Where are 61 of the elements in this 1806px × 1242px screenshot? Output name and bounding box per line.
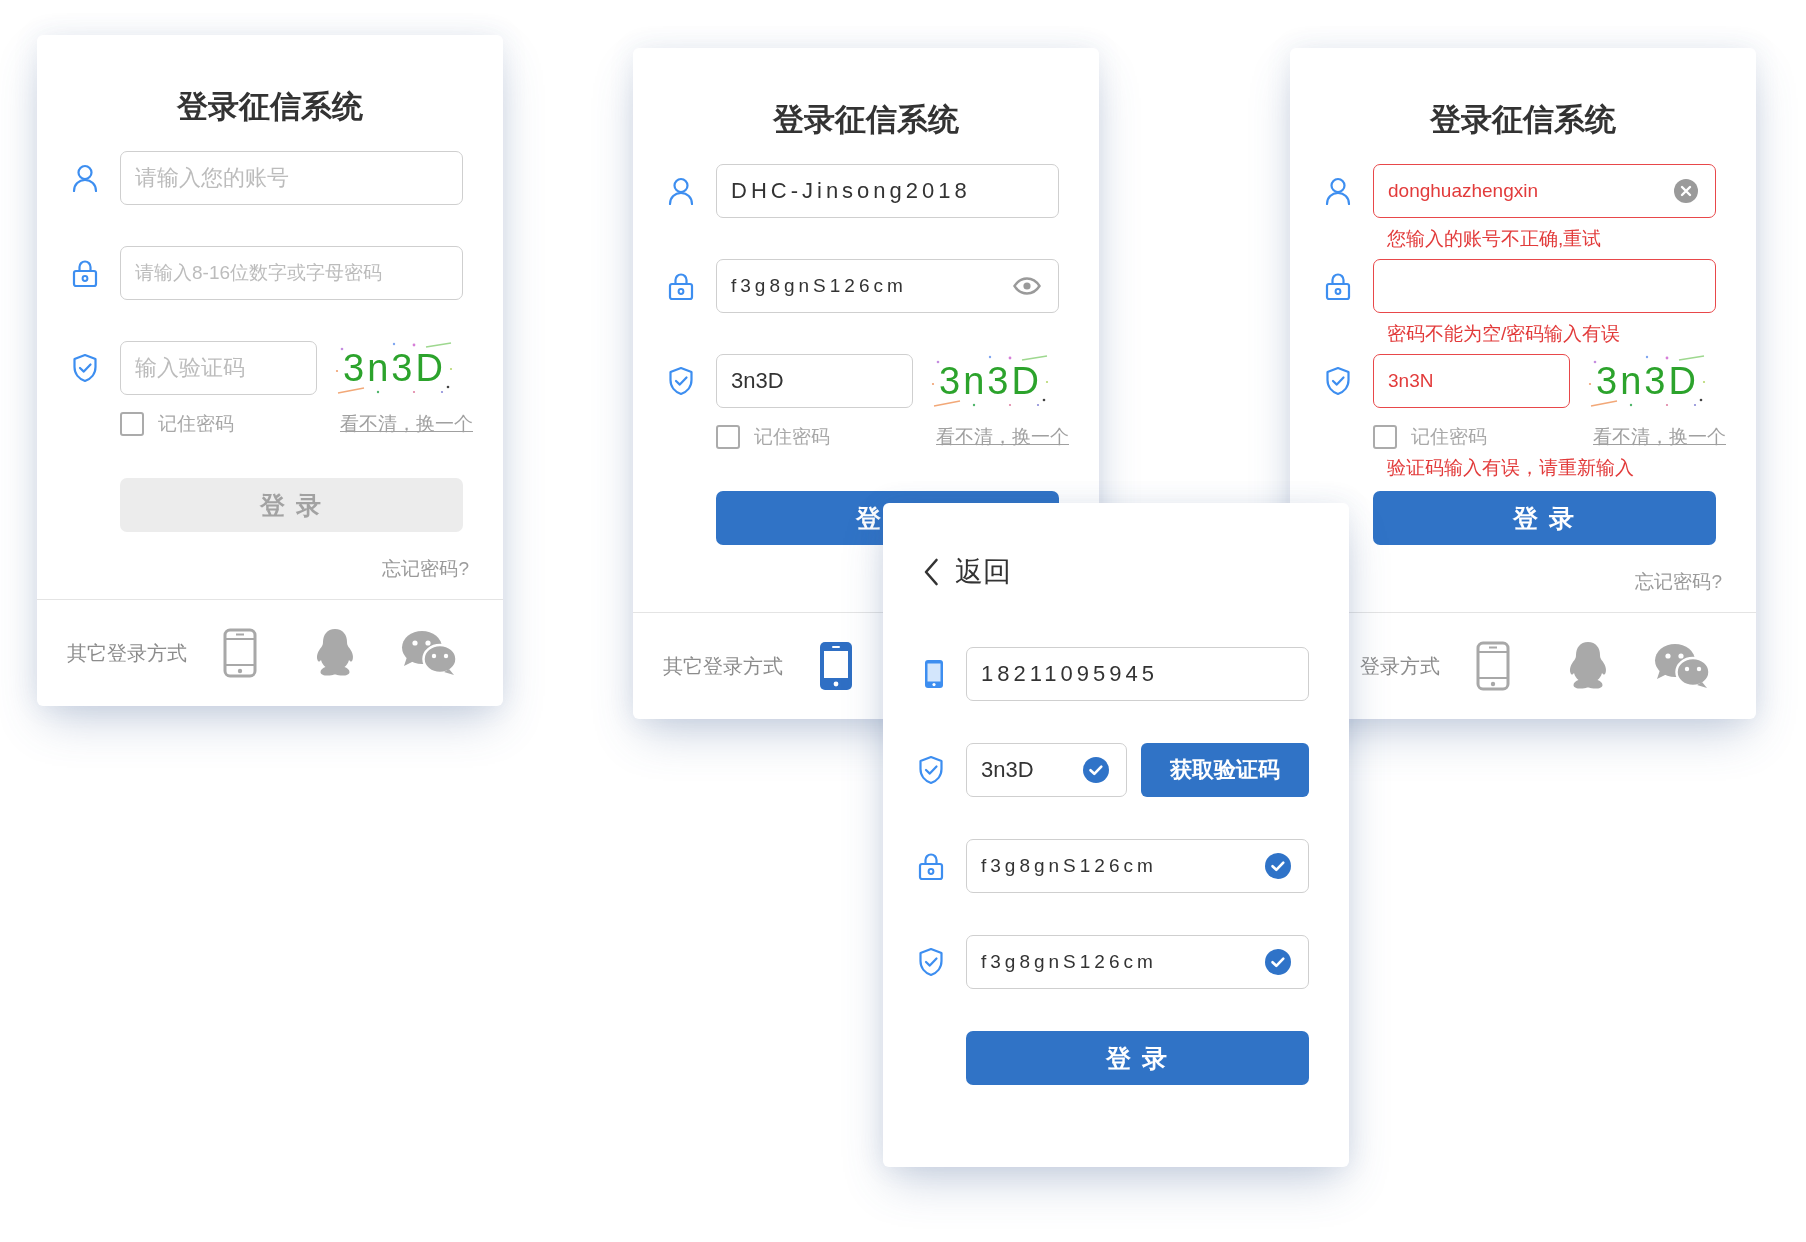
user-icon <box>72 164 98 192</box>
captcha-field[interactable]: 3n3N <box>1373 354 1570 408</box>
lock-icon <box>72 258 98 288</box>
error-message: 您输入的账号不正确,重试 <box>1386 226 1602 251</box>
card-title: 登录征信系统 <box>1430 101 1616 139</box>
error-message: 验证码输入有误，请重新输入 <box>1386 456 1634 480</box>
forgot-password-link[interactable]: 忘记密码? <box>382 556 469 582</box>
shield-check-icon <box>1325 366 1351 396</box>
remember-label: 记住密码 <box>1411 425 1487 449</box>
account-field[interactable]: 请输入您的账号 <box>120 151 463 205</box>
phone-icon[interactable] <box>1475 641 1510 691</box>
captcha-field[interactable]: 输入验证码 <box>120 341 317 395</box>
checkbox[interactable] <box>1373 425 1397 449</box>
password-field[interactable] <box>1373 259 1716 313</box>
get-code-button[interactable]: 获取验证码 <box>1141 743 1309 797</box>
password-field[interactable]: f3g8gnS126cm <box>966 839 1309 893</box>
account-field[interactable]: donghuazhengxin <box>1373 164 1716 218</box>
user-icon <box>668 177 694 205</box>
captcha-image[interactable]: 3n3D <box>334 341 455 395</box>
chat-bubbles-icon[interactable] <box>1654 643 1711 689</box>
card-title: 登录征信系统 <box>773 101 959 139</box>
refresh-captcha-link[interactable]: 看不清，换一个 <box>936 424 1069 450</box>
user-icon <box>1325 177 1351 205</box>
confirm-password-field[interactable]: f3g8gnS126cm <box>966 935 1309 989</box>
checkbox[interactable] <box>120 412 144 436</box>
login-button[interactable]: 登 录 <box>1373 491 1716 545</box>
back-button[interactable]: 返回 <box>923 553 1011 591</box>
phone-number-field[interactable]: 18211095945 <box>966 647 1309 701</box>
phone-icon[interactable] <box>222 628 257 678</box>
refresh-captcha-link[interactable]: 看不清，换一个 <box>1593 424 1726 450</box>
shield-check-icon <box>72 353 98 383</box>
captcha-image[interactable]: 3n3D <box>930 354 1051 408</box>
captcha-image[interactable]: 3n3D <box>1587 354 1708 408</box>
other-login-label: 其它登录方式 <box>663 653 783 679</box>
eye-icon[interactable] <box>1013 277 1041 295</box>
shield-check-icon <box>918 755 944 785</box>
checkbox[interactable] <box>716 425 740 449</box>
refresh-captcha-link[interactable]: 看不清，换一个 <box>340 411 473 437</box>
shield-check-icon <box>918 947 944 977</box>
shield-check-icon <box>668 366 694 396</box>
phone-icon[interactable] <box>818 641 853 691</box>
password-field[interactable]: f3g8gnS126cm <box>716 259 1059 313</box>
lock-icon <box>1325 271 1351 301</box>
forgot-password-link[interactable]: 忘记密码? <box>1635 569 1722 595</box>
other-login-label: 登录方式 <box>1360 653 1440 679</box>
other-login-label: 其它登录方式 <box>67 640 187 666</box>
clear-icon[interactable] <box>1674 179 1698 203</box>
remember-label: 记住密码 <box>754 425 830 449</box>
lock-icon <box>918 851 944 881</box>
login-button[interactable]: 登 录 <box>966 1031 1309 1085</box>
error-message: 密码不能为空/密码输入有误 <box>1386 321 1621 346</box>
lock-icon <box>668 271 694 301</box>
remember-label: 记住密码 <box>158 412 234 436</box>
chat-bubbles-icon[interactable] <box>401 630 458 676</box>
captcha-field[interactable]: 3n3D <box>716 354 913 408</box>
code-field[interactable]: 3n3D <box>966 743 1127 797</box>
account-field[interactable]: DHC-Jinsong2018 <box>716 164 1059 218</box>
phone-icon <box>924 659 944 689</box>
card-title: 登录征信系统 <box>177 88 363 126</box>
password-field[interactable]: 请输入8-16位数字或字母密码 <box>120 246 463 300</box>
chevron-left-icon <box>923 558 939 586</box>
